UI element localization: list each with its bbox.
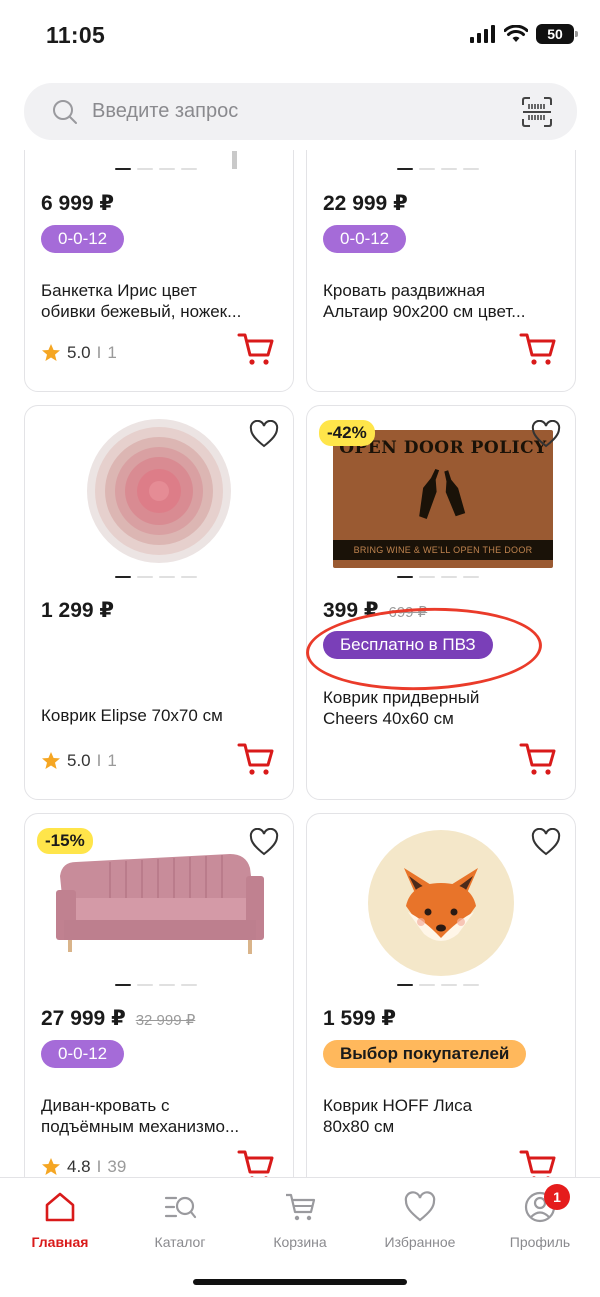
favorite-heart-icon[interactable] [249,828,279,856]
product-price: 27 999 ₽32 999 ₽ [41,1007,196,1030]
product-card[interactable]: 22 999 ₽ 0-0-12 Кровать раздвижная Альтаи… [306,150,576,392]
notification-badge: 1 [544,1184,570,1210]
add-to-cart-icon[interactable] [519,741,557,777]
tab-catalog[interactable]: Каталог [120,1190,240,1250]
favorite-heart-icon[interactable] [249,420,279,448]
status-time: 11:05 [46,22,106,48]
heart-icon [404,1191,436,1222]
product-title[interactable]: Коврик Elipse 70x70 см [41,705,281,726]
product-rating: 4.8 I 39 [41,1157,126,1177]
battery-icon: 50 [536,24,578,44]
add-to-cart-icon[interactable] [237,331,275,367]
tab-label: Корзина [273,1234,327,1250]
product-rating: 5.0 I 1 [41,751,117,771]
product-rating: 5.0 I 1 [41,343,117,363]
tab-cart[interactable]: Корзина [240,1190,360,1250]
image-pager-dots [115,168,197,170]
tab-label: Главная [31,1234,89,1250]
discount-badge: -15% [37,828,93,854]
image-pager-dots [115,576,197,578]
tab-label: Каталог [154,1234,206,1250]
product-card[interactable]: 6 999 ₽ 0-0-12 Банкетка Ирис цвет обивки … [24,150,294,392]
tab-label: Избранное [384,1234,456,1250]
search-bar[interactable] [24,83,577,140]
product-title[interactable]: Коврик придверный Cheers 40x60 см [323,687,563,729]
favorite-heart-icon[interactable] [531,828,561,856]
product-title[interactable]: Коврик HOFF Лиса 80x80 см [323,1095,563,1137]
home-indicator[interactable] [193,1279,407,1285]
installment-badge: 0-0-12 [323,225,407,253]
image-pager-dots [397,168,479,170]
product-card[interactable]: -15% 27 999 ₽32 999 ₽ 0-0-12 Диван-крова… [24,813,294,1177]
product-title[interactable]: Кровать раздвижная Альтаир 90х200 см цвет… [323,280,563,322]
discount-badge: -42% [319,420,375,446]
star-icon [42,1158,60,1175]
favorite-heart-icon[interactable] [531,420,561,448]
search-input[interactable] [92,100,472,123]
product-card[interactable]: OPEN DOOR POLICY BRING WINE & WE'LL OPEN… [306,405,576,800]
home-icon [45,1192,75,1222]
add-to-cart-icon[interactable] [237,741,275,777]
tab-label: Профиль [509,1234,571,1250]
product-title[interactable]: Диван-кровать с подъёмным механизмо... [41,1095,281,1137]
search-icon [53,99,77,124]
image-pager-dots [397,984,479,986]
catalog-search-icon [164,1196,197,1219]
doormat-bottom-stripe: BRING WINE & WE'LL OPEN THE DOOR [333,540,553,560]
image-pager-dots [397,576,479,578]
wine-bottles-icon [419,468,466,520]
star-icon [42,752,60,769]
product-price: 1 299 ₽ [41,599,114,622]
tab-profile[interactable]: Профиль 1 [480,1184,600,1250]
tab-home[interactable]: Главная [0,1190,120,1250]
image-pager-dots [115,984,197,986]
star-icon [42,344,60,361]
add-to-cart-icon[interactable] [519,1148,557,1177]
cart-icon [286,1193,316,1221]
product-price: 1 599 ₽ [323,1007,396,1030]
product-image-fragment [232,151,237,169]
add-to-cart-icon[interactable] [237,1148,275,1177]
doormat-image: OPEN DOOR POLICY BRING WINE & WE'LL OPEN… [333,430,553,568]
barcode-scan-icon[interactable] [521,96,553,128]
round-rug-image [87,419,231,563]
fox-rug-image [368,830,514,976]
status-bar: 11:05 50 [0,0,600,70]
sofa-bed-image [56,854,264,954]
tab-favorites[interactable]: Избранное [360,1190,480,1250]
product-card[interactable]: 1 299 ₽ Коврик Elipse 70x70 см 5.0 I 1 [24,405,294,800]
add-to-cart-icon[interactable] [519,331,557,367]
wifi-icon [504,25,528,42]
product-title[interactable]: Банкетка Ирис цвет обивки бежевый, ножек.… [41,280,281,322]
installment-badge: 0-0-12 [41,1040,125,1068]
product-price: 22 999 ₽ [323,192,408,215]
installment-badge: 0-0-12 [41,225,125,253]
status-icons: 50 [470,24,578,44]
product-card[interactable]: 1 599 ₽ Выбор покупателей Коврик HOFF Ли… [306,813,576,1177]
signal-icon [470,25,495,43]
product-price: 6 999 ₽ [41,192,114,215]
customer-choice-badge: Выбор покупателей [323,1040,527,1068]
